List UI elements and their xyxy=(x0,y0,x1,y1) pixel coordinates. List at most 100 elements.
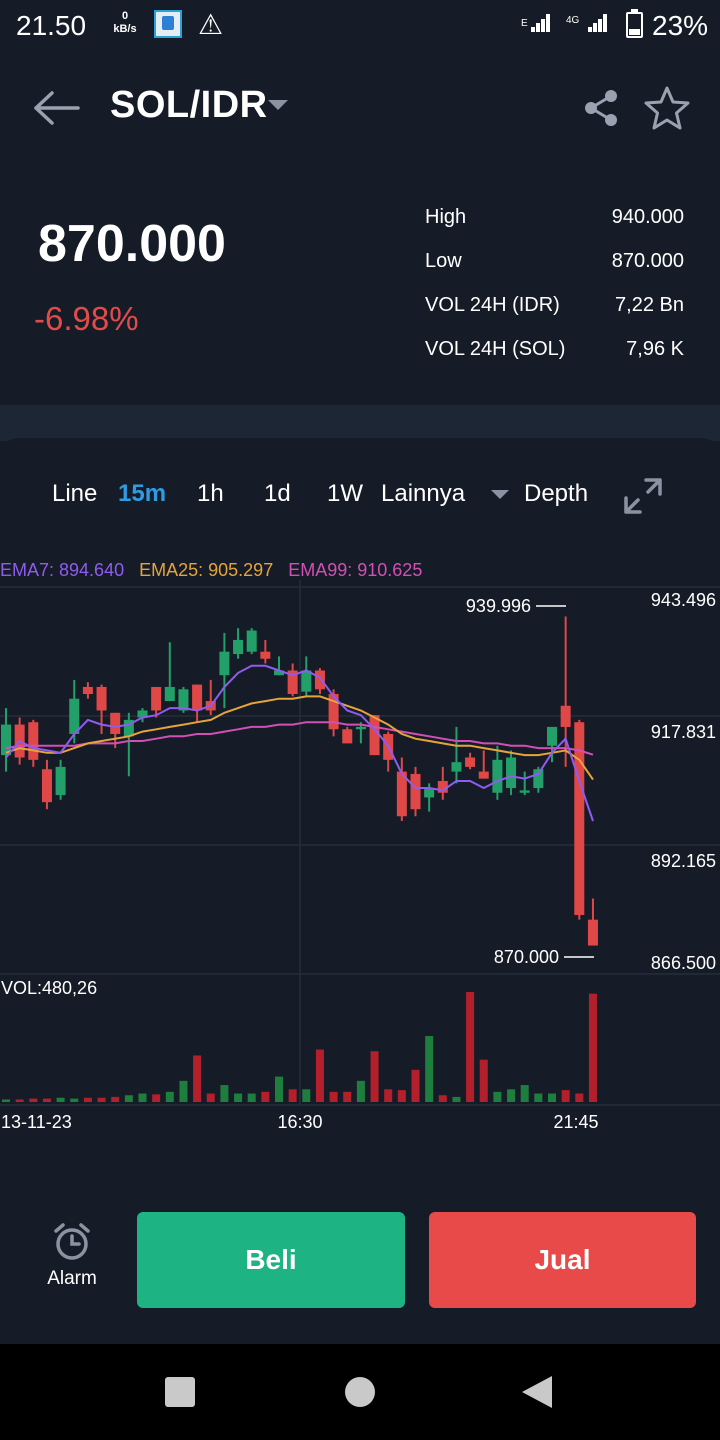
nav-back-icon[interactable] xyxy=(522,1376,552,1408)
buy-button[interactable]: Beli xyxy=(137,1212,405,1308)
candle-body xyxy=(82,686,93,695)
volume-bar xyxy=(124,1095,133,1102)
volume-bar xyxy=(288,1089,297,1102)
x-tick-label: 16:30 xyxy=(277,1112,322,1132)
volume-bar xyxy=(479,1059,488,1102)
fullscreen-expand-icon[interactable] xyxy=(622,476,664,516)
volume-bar xyxy=(165,1091,174,1102)
tab-1w[interactable]: 1W xyxy=(327,480,363,508)
pair-dropdown-icon[interactable] xyxy=(268,100,288,110)
volume-bar xyxy=(315,1049,324,1102)
back-arrow-icon[interactable] xyxy=(32,88,82,128)
volume-bar xyxy=(384,1089,393,1102)
candle-body xyxy=(164,686,175,702)
volume-bar xyxy=(425,1036,434,1102)
tab-1h[interactable]: 1h xyxy=(197,480,224,508)
volume-bar xyxy=(2,1099,10,1102)
battery-percent: 23% xyxy=(652,10,709,41)
volume-bar xyxy=(42,1098,51,1102)
candle-body xyxy=(506,757,517,789)
alarm-label: Alarm xyxy=(47,1268,97,1289)
volume-bar xyxy=(534,1093,543,1102)
section-divider xyxy=(0,405,720,441)
volume-bar xyxy=(356,1080,365,1102)
volume-bar xyxy=(15,1099,24,1102)
tab-1d[interactable]: 1d xyxy=(264,480,291,508)
volume-bar xyxy=(97,1097,106,1102)
volume-bar xyxy=(152,1094,161,1102)
stat-vol-idr-value: 7,22 Bn xyxy=(615,294,684,316)
volume-bar xyxy=(343,1091,352,1102)
y-tick-label: 943.496 xyxy=(651,590,716,610)
status-bar: 21.50 0 kB/s ⚠ E 4G 23% xyxy=(0,0,720,52)
candle-body xyxy=(314,670,325,690)
candle-body xyxy=(192,684,203,711)
candle-body xyxy=(587,919,598,946)
ema25-label: EMA25: 905.297 xyxy=(139,560,274,580)
x-tick-label: 21:45 xyxy=(553,1112,598,1132)
tab-line[interactable]: Line xyxy=(52,480,97,508)
sell-button[interactable]: Jual xyxy=(429,1212,696,1308)
candle-body xyxy=(55,766,66,796)
volume-bar xyxy=(438,1095,447,1102)
signal-icon-2 xyxy=(588,14,608,34)
candle-body xyxy=(41,769,52,803)
volume-bar xyxy=(29,1098,38,1102)
net-speed-value: 0 xyxy=(121,10,129,22)
volume-bar xyxy=(275,1076,283,1102)
status-time: 21.50 xyxy=(16,10,87,41)
stat-high-value: 940.000 xyxy=(611,206,684,228)
y-tick-label: 917.831 xyxy=(651,722,716,742)
candle-body xyxy=(301,670,312,692)
volume-bar xyxy=(83,1097,92,1102)
volume-bar xyxy=(261,1091,270,1102)
home-icon[interactable] xyxy=(345,1377,375,1407)
last-price: 870.000 xyxy=(38,215,226,273)
volume-bar xyxy=(234,1093,243,1102)
candle-body xyxy=(246,630,257,652)
more-dropdown-icon[interactable] xyxy=(491,490,509,499)
candle-body xyxy=(369,715,380,756)
volume-bar xyxy=(507,1089,516,1102)
stat-vol-sol-value: 7,96 K xyxy=(626,338,684,360)
stat-low-label: Low xyxy=(425,250,462,272)
share-icon[interactable] xyxy=(582,88,620,128)
ema7-label: EMA7: 894.640 xyxy=(0,560,125,580)
volume-bar xyxy=(179,1080,188,1102)
volume-bar xyxy=(397,1090,406,1102)
volume-bar xyxy=(56,1097,65,1102)
volume-bar xyxy=(193,1055,202,1102)
net-speed: 0 kB/s xyxy=(110,10,140,36)
tab-15m[interactable]: 15m xyxy=(118,480,166,508)
tab-depth[interactable]: Depth xyxy=(524,480,588,508)
stat-high-label: High xyxy=(425,206,467,228)
network-e-label: E xyxy=(521,18,528,29)
candle-body xyxy=(547,726,557,746)
volume-bar xyxy=(329,1091,338,1102)
candle-body xyxy=(410,773,421,810)
battery-icon xyxy=(626,9,643,38)
favorite-star-icon[interactable] xyxy=(642,84,692,132)
volume-bar xyxy=(111,1096,120,1102)
alarm-button[interactable]: Alarm xyxy=(40,1222,104,1292)
candle-body xyxy=(110,712,121,734)
network-4g-label: 4G xyxy=(566,15,580,26)
candle-body xyxy=(219,651,230,676)
candle-body xyxy=(69,698,80,734)
volume-bar xyxy=(247,1093,256,1102)
candle-body xyxy=(151,686,162,711)
recents-icon[interactable] xyxy=(165,1377,195,1407)
volume-bar xyxy=(370,1051,379,1102)
volume-label: VOL:480,26 xyxy=(1,978,97,998)
candle-body xyxy=(560,705,571,727)
tab-more[interactable]: Lainnya xyxy=(381,480,465,508)
volume-bar xyxy=(520,1085,529,1102)
volume-bar xyxy=(206,1093,215,1102)
candle-body xyxy=(260,651,271,659)
candlestick-chart[interactable]: 943.496 917.831 892.165 866.500 939.996 … xyxy=(0,580,720,1140)
candle-body xyxy=(492,759,503,793)
candle-body xyxy=(355,726,366,730)
warning-icon: ⚠ xyxy=(198,9,224,40)
high-marker-label: 939.996 xyxy=(466,596,531,616)
pair-title[interactable]: SOL/IDR xyxy=(110,84,268,127)
